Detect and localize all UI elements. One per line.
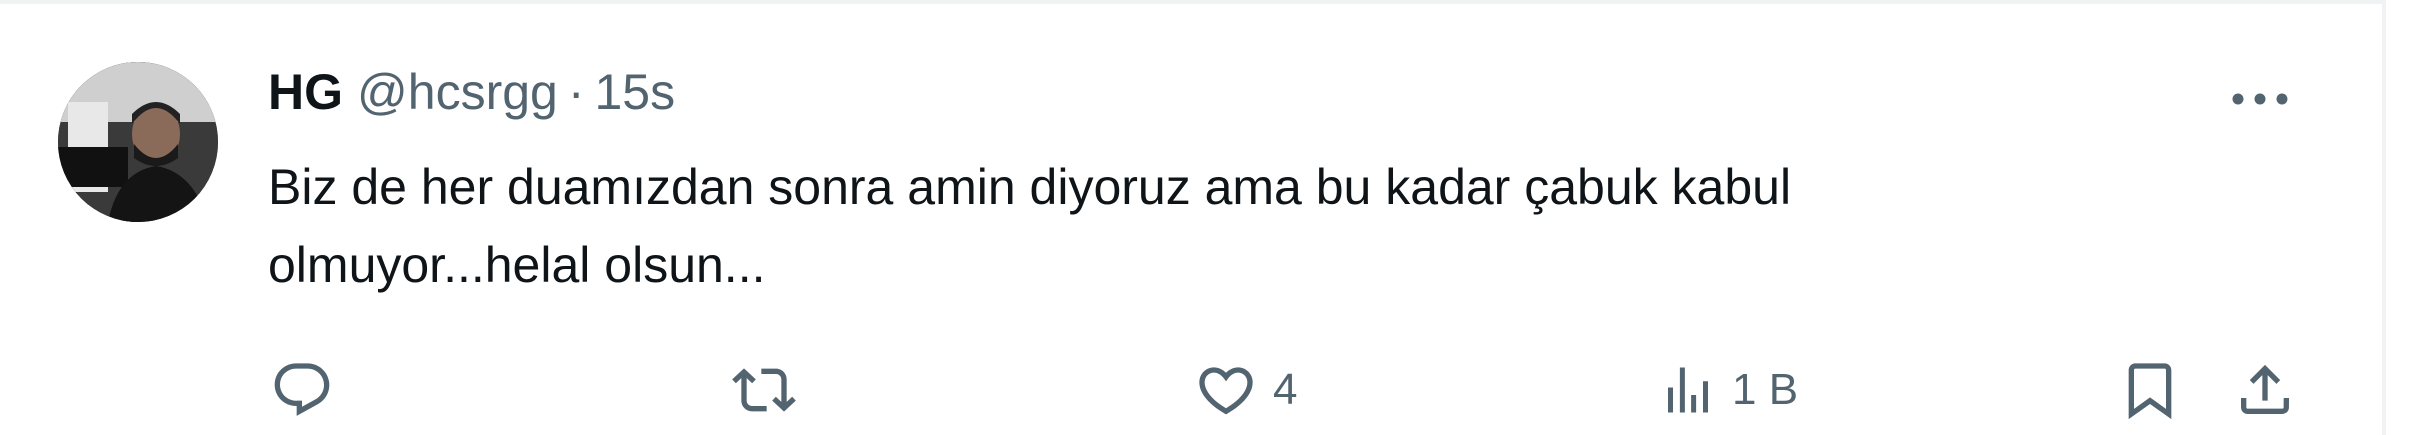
top-divider <box>0 0 2382 4</box>
like-count: 4 <box>1273 365 1298 414</box>
tweet-header: HG @hcsrgg · 15s <box>268 62 675 122</box>
display-name[interactable]: HG <box>268 63 343 121</box>
tweet-text-line: Biz de her duamızdan sonra amin diyoruz … <box>268 159 1792 215</box>
more-horizontal-icon <box>2232 93 2288 105</box>
views-chart-icon <box>1668 367 1708 413</box>
like-button[interactable]: 4 <box>1193 355 1297 425</box>
more-options-button[interactable] <box>2225 74 2295 124</box>
share-icon <box>2241 364 2289 414</box>
user-handle[interactable]: @hcsrgg <box>357 63 558 121</box>
views-button[interactable]: 1 B <box>1658 355 1798 425</box>
tweet-text-line: olmuyor...helal olsun... <box>268 237 766 293</box>
avatar[interactable] <box>58 62 218 222</box>
retweet-icon <box>732 368 796 412</box>
bookmark-icon <box>2128 363 2172 420</box>
reply-button[interactable] <box>270 355 348 425</box>
retweet-button[interactable] <box>730 355 812 425</box>
heart-icon <box>1199 367 1253 415</box>
reply-icon <box>274 363 330 416</box>
timestamp[interactable]: 15s <box>595 63 676 121</box>
user-avatar-photo <box>58 62 218 222</box>
share-button[interactable] <box>2233 355 2297 425</box>
views-count: 1 B <box>1732 365 1799 414</box>
separator-dot: · <box>567 64 585 120</box>
tweet-text: Biz de her duamızdan sonra amin diyoruz … <box>268 148 2228 304</box>
bookmark-button[interactable] <box>2118 355 2182 425</box>
scroll-gutter <box>2386 0 2436 435</box>
